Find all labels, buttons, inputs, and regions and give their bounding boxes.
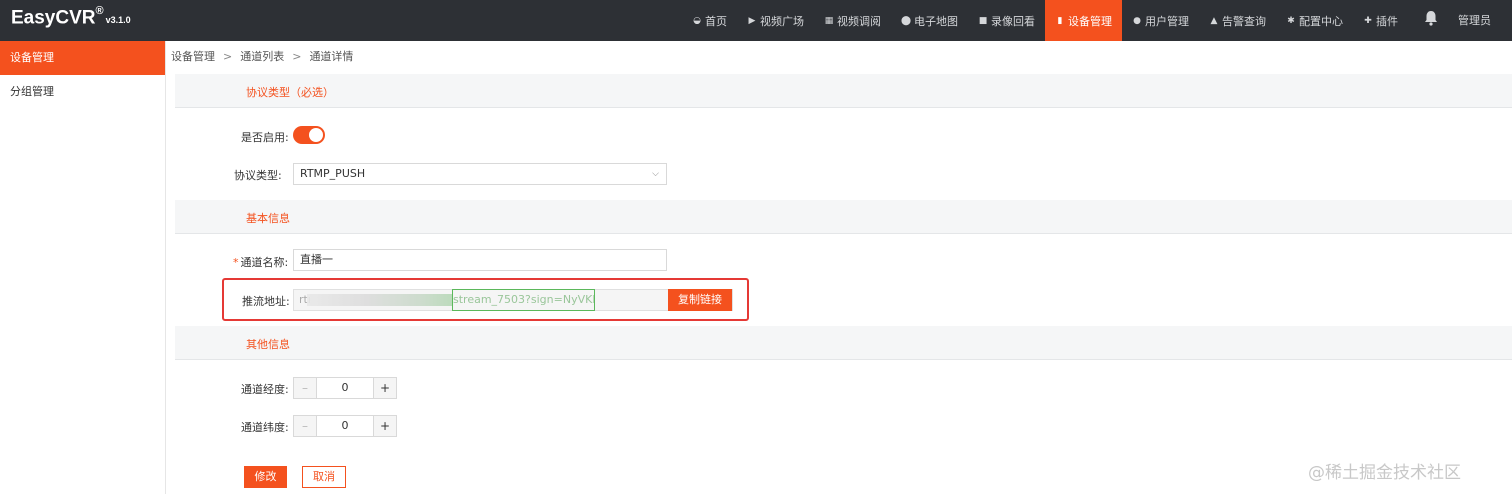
enabled-toggle[interactable] — [293, 126, 325, 144]
nav-item[interactable]: ▶ 视频广场 — [737, 0, 814, 41]
longitude-decrement-button[interactable]: – — [294, 378, 317, 398]
breadcrumb-item[interactable]: 通道列表 — [240, 50, 284, 63]
nav-item-label: 设备管理 — [1068, 14, 1112, 28]
watermark: @稀土掘金技术社区 — [1308, 463, 1461, 483]
protocol-label: 协议类型: — [234, 169, 282, 182]
user-icon: ● — [1133, 15, 1141, 26]
latitude-decrement-button[interactable]: – — [294, 416, 317, 436]
nav-item-label: 视频广场 — [760, 14, 804, 28]
longitude-stepper: – 0 + — [293, 377, 397, 399]
breadcrumb: 设备管理 > 通道列表 > 通道详情 — [171, 48, 353, 64]
section-header-protocol: 协议类型（必选） — [175, 74, 1512, 108]
save-button[interactable]: 修改 — [244, 466, 287, 488]
grid-icon: ▦ — [824, 15, 834, 26]
latitude-stepper: – 0 + — [293, 415, 397, 437]
section-header-basic: 基本信息 — [175, 200, 1512, 234]
breadcrumb-separator: > — [292, 50, 302, 63]
enabled-label: 是否启用: — [241, 131, 289, 144]
nav-item[interactable]: ◒ 首页 — [682, 0, 737, 41]
required-mark: * — [233, 256, 239, 269]
registered-mark: ® — [95, 5, 104, 17]
push-url-label: 推流地址: — [242, 295, 290, 308]
nav-item-label: 首页 — [705, 14, 727, 28]
nav-item[interactable]: ✱ 配置中心 — [1276, 0, 1353, 41]
play-circle-icon: ▶ — [748, 15, 756, 26]
channel-name-label: * 通道名称: — [233, 254, 288, 270]
nav-item-label: 视频调阅 — [837, 14, 881, 28]
version-label: v3.1.0 — [105, 15, 131, 26]
nav-item[interactable]: ▦ 视频调阅 — [814, 0, 891, 41]
section-title: 协议类型（必选） — [246, 86, 334, 99]
latitude-value[interactable]: 0 — [317, 416, 373, 436]
nav-item-label: 电子地图 — [914, 14, 958, 28]
chevron-down-icon: ⌵ — [652, 169, 659, 179]
nav-item[interactable]: ● 用户管理 — [1122, 0, 1199, 41]
section-header-other: 其他信息 — [175, 326, 1512, 360]
nav-item[interactable]: ■ 录像回看 — [968, 0, 1045, 41]
longitude-value[interactable]: 0 — [317, 378, 373, 398]
sidebar-item-group-management[interactable]: 分组管理 — [0, 75, 165, 109]
copy-link-button[interactable]: 复制链接 — [668, 289, 732, 311]
nav-item[interactable]: ▲ 告警查询 — [1199, 0, 1276, 41]
location-pin-icon: ⬤ — [901, 15, 912, 26]
redacted-area — [307, 294, 452, 306]
bell-icon[interactable] — [1424, 10, 1440, 28]
push-url-highlight: stream_7503?sign=NyVKbt32 — [452, 289, 595, 311]
nav-item-label: 插件 — [1376, 14, 1398, 28]
nav-item-label: 告警查询 — [1222, 14, 1266, 28]
cancel-button[interactable]: 取消 — [302, 466, 346, 488]
main-nav: ◒ 首页 ▶ 视频广场 ▦ 视频调阅 ⬤ 电子地图 ■ 录像回看 ▮ 设备管理 ● 用户管理 ▲ 告警查询 ✱ 配… — [682, 0, 1408, 41]
latitude-label: 通道纬度: — [241, 421, 289, 434]
channel-name-input[interactable]: 直播一 — [293, 249, 667, 271]
nav-item[interactable]: ✚ 插件 — [1353, 0, 1408, 41]
device-icon: ▮ — [1057, 15, 1063, 26]
nav-item-label: 录像回看 — [991, 14, 1035, 28]
breadcrumb-item[interactable]: 设备管理 — [171, 50, 215, 63]
protocol-value: RTMP_PUSH — [300, 167, 366, 180]
sidebar: 设备管理 分组管理 — [0, 41, 166, 494]
puzzle-icon: ✚ — [1364, 15, 1372, 26]
nav-item-label: 配置中心 — [1299, 14, 1343, 28]
breadcrumb-separator: > — [223, 50, 233, 63]
section-title: 其他信息 — [246, 338, 290, 351]
gear-icon: ✱ — [1287, 15, 1295, 26]
video-camera-icon: ■ — [978, 15, 988, 26]
logo-text: EasyCVR — [11, 7, 96, 29]
nav-item[interactable]: ▮ 设备管理 — [1045, 0, 1122, 41]
user-menu[interactable]: 管理员 — [1458, 12, 1491, 28]
nav-item[interactable]: ⬤ 电子地图 — [891, 0, 968, 41]
channel-name-label-text: 通道名称: — [240, 256, 289, 269]
latitude-increment-button[interactable]: + — [373, 416, 396, 436]
longitude-increment-button[interactable]: + — [373, 378, 396, 398]
toggle-knob — [309, 128, 323, 142]
alarm-icon: ▲ — [1210, 15, 1218, 26]
dashboard-icon: ◒ — [693, 15, 701, 26]
sidebar-item-device-management[interactable]: 设备管理 — [0, 41, 165, 75]
section-title: 基本信息 — [246, 212, 290, 225]
breadcrumb-item-current: 通道详情 — [309, 50, 354, 63]
nav-item-label: 用户管理 — [1145, 14, 1189, 28]
top-navbar: EasyCVR®v3.1.0 ◒ 首页 ▶ 视频广场 ▦ 视频调阅 ⬤ 电子地图 ■ 录像回看 ▮ 设… — [0, 0, 1512, 41]
protocol-select[interactable]: RTMP_PUSH ⌵ — [293, 163, 667, 185]
app-logo[interactable]: EasyCVR®v3.1.0 — [11, 5, 131, 29]
main-content: 设备管理 > 通道列表 > 通道详情 协议类型（必选） 是否启用: 协议类型: RTMP… — [166, 41, 1512, 494]
longitude-label: 通道经度: — [241, 383, 289, 396]
